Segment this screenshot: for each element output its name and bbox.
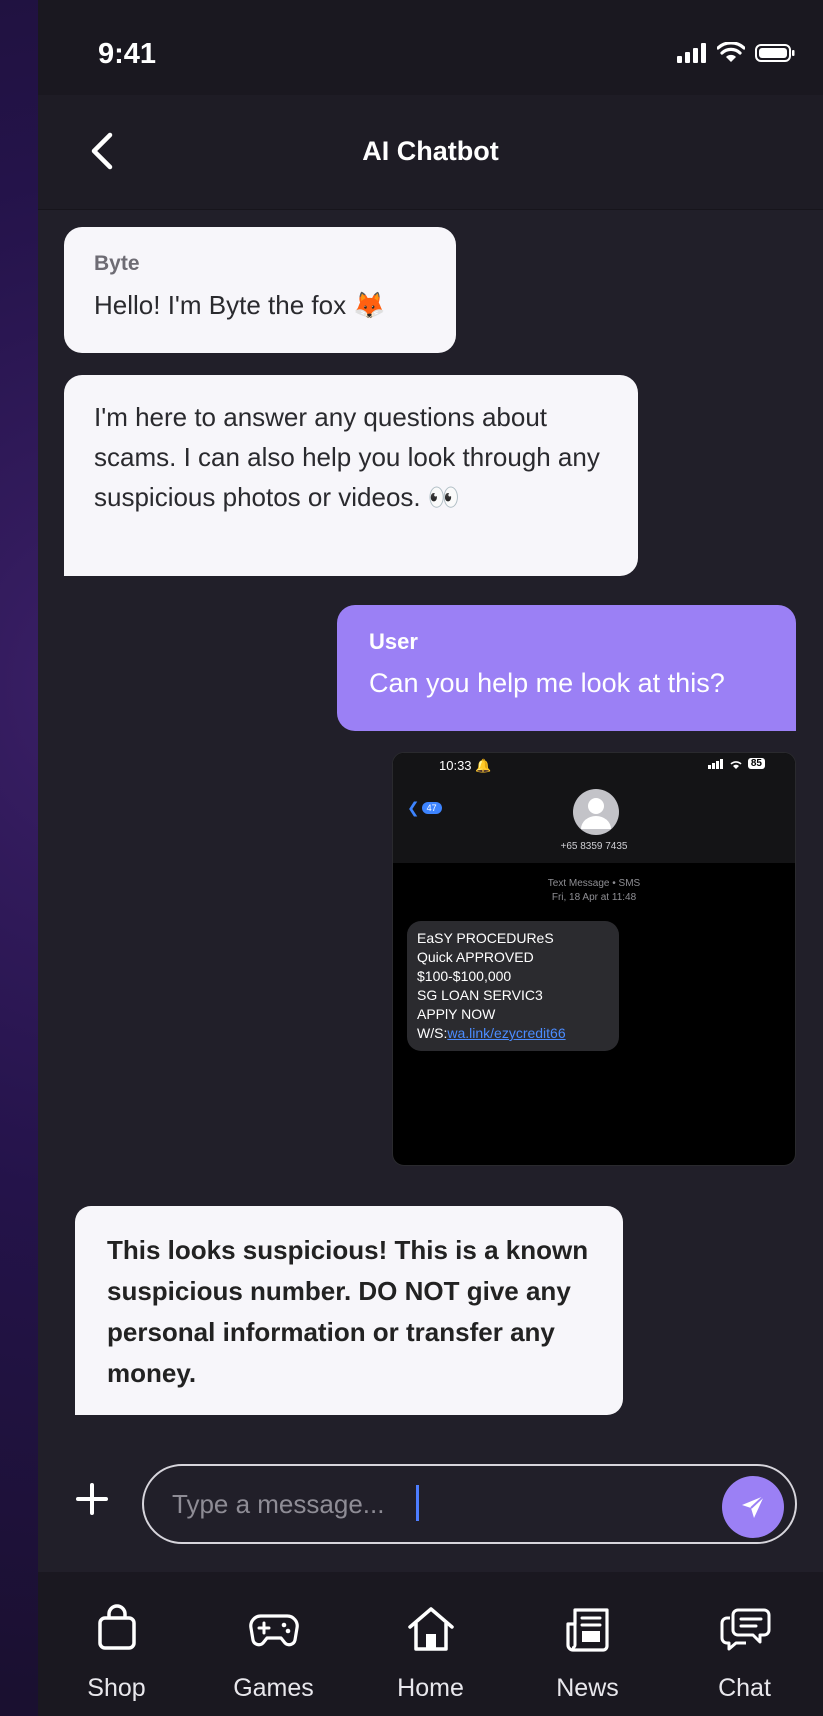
attach-button[interactable] xyxy=(74,1481,110,1517)
newspaper-icon xyxy=(565,1608,609,1652)
contact-number: +65 8359 7435 xyxy=(560,841,628,852)
wifi-icon xyxy=(730,760,742,769)
plus-icon xyxy=(76,1483,108,1515)
unread-count: 47 xyxy=(421,802,442,814)
message-meta-type: Text Message • SMS xyxy=(547,878,641,889)
sms-link: wa.link/ezycredit66 xyxy=(447,1025,566,1041)
send-button[interactable] xyxy=(722,1476,784,1538)
signal-icon xyxy=(707,758,723,769)
phone-screen: 9:41 AI Chatbot Byte Hello! I'm Byte the… xyxy=(38,0,823,1716)
page-title: AI Chatbot xyxy=(362,136,499,166)
tab-chat[interactable]: Chat xyxy=(666,1572,823,1716)
tab-shop[interactable]: Shop xyxy=(38,1572,195,1716)
wifi-icon xyxy=(717,42,745,62)
battery-badge: 85 xyxy=(747,758,765,769)
person-icon xyxy=(581,798,611,829)
contact-avatar xyxy=(573,789,619,835)
message-text: Can you help me look at this? xyxy=(369,668,725,698)
nav-header: AI Chatbot xyxy=(38,95,823,210)
message-meta: Text Message • SMS Fri, 18 Apr at 11:48 xyxy=(393,877,795,905)
chat-icon xyxy=(720,1608,770,1651)
tab-label: Chat xyxy=(718,1674,771,1702)
bot-message: This looks suspicious! This is a known s… xyxy=(75,1206,623,1415)
tab-news[interactable]: News xyxy=(509,1572,666,1716)
message-sender: User xyxy=(369,629,418,654)
sms-bubble: EaSY PROCEDUReS Quick APPROVED $100-$100… xyxy=(407,921,619,1051)
bot-message: Byte Hello! I'm Byte the fox 🦊 xyxy=(64,227,456,353)
message-sender: Byte xyxy=(94,252,140,275)
status-time: 9:41 xyxy=(98,38,157,70)
user-message: User Can you help me look at this? xyxy=(337,605,796,731)
text-cursor xyxy=(416,1485,419,1521)
tab-home[interactable]: Home xyxy=(352,1572,509,1716)
screenshot-time: 10:33 🔔 xyxy=(439,758,491,774)
status-icons xyxy=(677,42,795,63)
chevron-left-icon: ❮ xyxy=(407,800,420,817)
tab-label: News xyxy=(556,1674,619,1702)
message-composer xyxy=(38,1440,823,1570)
message-text: Hello! I'm Byte the fox 🦊 xyxy=(94,290,386,320)
tab-label: Games xyxy=(233,1674,314,1702)
bell-icon: 🔔 xyxy=(475,758,492,773)
bag-icon xyxy=(97,1604,136,1650)
bot-message: I'm here to answer any questions about s… xyxy=(64,375,638,576)
signal-icon xyxy=(677,42,706,63)
message-meta-date: Fri, 18 Apr at 11:48 xyxy=(551,892,637,903)
home-icon xyxy=(407,1607,454,1651)
tab-games[interactable]: Games xyxy=(195,1572,352,1716)
battery-icon xyxy=(755,43,795,62)
tab-label: Home xyxy=(397,1674,464,1702)
tab-label: Shop xyxy=(87,1674,146,1702)
status-bar: 9:41 xyxy=(38,0,823,95)
tab-bar: Shop Games Home News Chat xyxy=(38,1572,823,1716)
screenshot-back: ❮ 47 xyxy=(407,799,442,817)
message-text: This looks suspicious! This is a known s… xyxy=(107,1235,589,1388)
send-icon xyxy=(742,1495,765,1518)
attached-screenshot[interactable]: 10:33 🔔 85 ❮ 47 +65 8359 7435 Text Messa… xyxy=(392,752,796,1166)
gamepad-icon xyxy=(248,1614,299,1647)
screenshot-time-text: 10:33 xyxy=(439,758,472,773)
message-text: I'm here to answer any questions about s… xyxy=(94,402,600,512)
screenshot-status-icons: 85 xyxy=(707,758,765,769)
message-input[interactable] xyxy=(142,1464,797,1544)
